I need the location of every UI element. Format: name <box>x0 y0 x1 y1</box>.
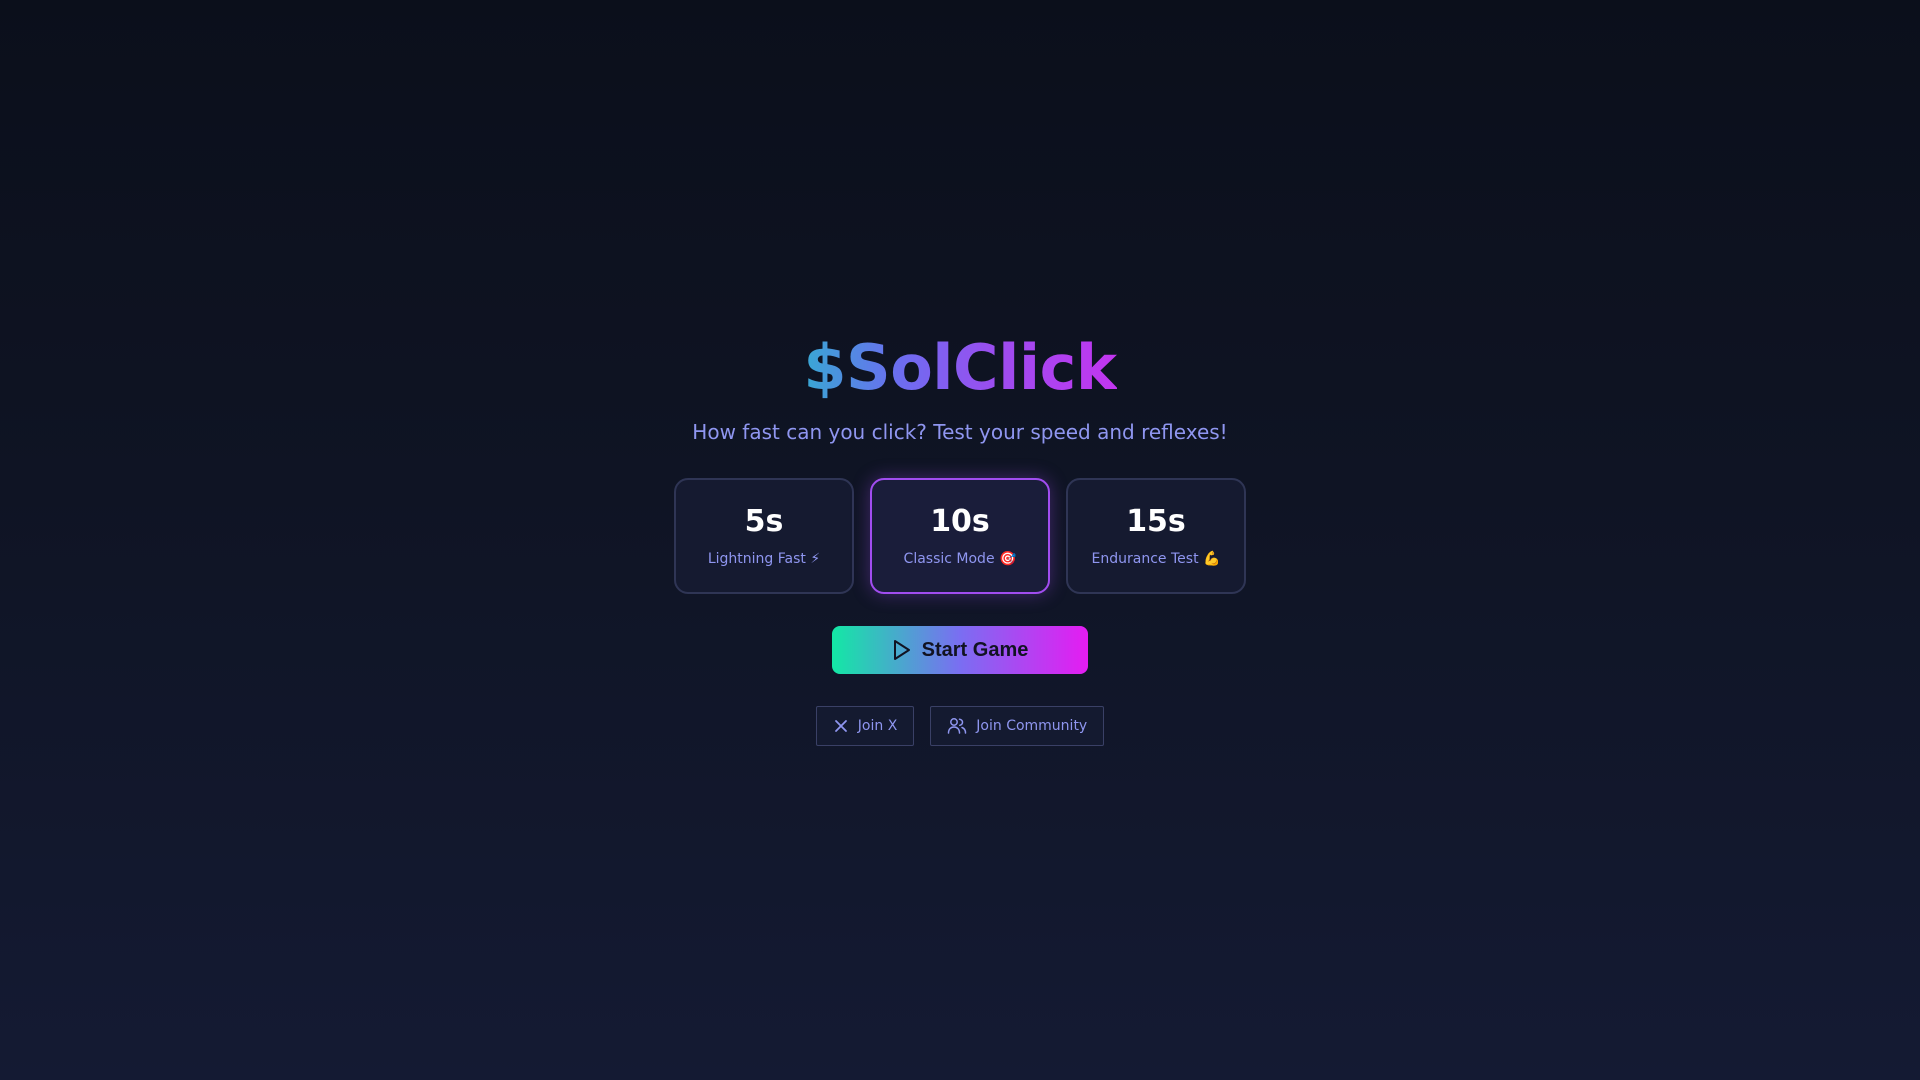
mode-card-5s[interactable]: 5s Lightning Fast ⚡ <box>674 478 854 594</box>
mode-time: 10s <box>930 504 990 539</box>
start-game-label: Start Game <box>921 638 1029 661</box>
mode-card-10s[interactable]: 10s Classic Mode 🎯 <box>870 478 1050 594</box>
mode-label: Lightning Fast ⚡ <box>707 551 821 567</box>
mode-time: 5s <box>744 504 784 539</box>
join-x-label: Join X <box>857 718 898 734</box>
home-screen: $SolClick How fast can you click? Test y… <box>0 330 1920 746</box>
mode-selector: 5s Lightning Fast ⚡ 10s Classic Mode 🎯 1… <box>674 478 1246 594</box>
users-icon <box>947 717 967 735</box>
mode-card-15s[interactable]: 15s Endurance Test 💪 <box>1066 478 1246 594</box>
mode-label: Endurance Test 💪 <box>1091 551 1221 567</box>
social-links: Join X Join Community <box>815 706 1105 746</box>
play-icon <box>892 639 912 661</box>
app-title: $SolClick <box>803 331 1117 404</box>
mode-time: 15s <box>1126 504 1186 539</box>
app-subtitle: How fast can you click? Test your speed … <box>692 420 1228 444</box>
join-x-button[interactable]: Join X <box>815 706 915 746</box>
join-community-button[interactable]: Join Community <box>930 706 1105 746</box>
start-game-button[interactable]: Start Game <box>832 626 1088 674</box>
mode-label: Classic Mode 🎯 <box>903 551 1017 567</box>
join-community-label: Join Community <box>976 718 1088 734</box>
x-icon <box>833 718 849 734</box>
